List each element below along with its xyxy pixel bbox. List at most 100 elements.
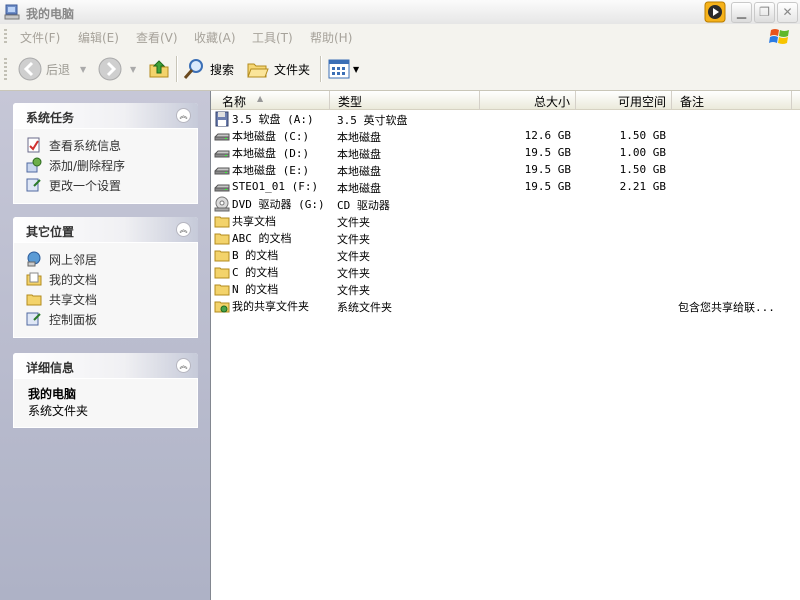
list-item-name: B 的文档 (214, 246, 278, 263)
list-item[interactable]: DVD 驱动器 (G:) CD 驱动器 (211, 195, 800, 212)
menu-edit[interactable]: 编辑(E) (78, 29, 119, 46)
dvd-drive-icon (214, 196, 230, 211)
list-item[interactable]: 本地磁盘 (E:) 本地磁盘 19.5 GB 1.50 GB (211, 161, 800, 178)
task-pane: 系统任务 ︽ 查看系统信息 添加/删除程序 更改一个设置 其它位置 ︽ 网上邻居… (0, 91, 210, 600)
minimize-button[interactable]: ▁ (731, 2, 752, 23)
list-item-free-space: 1.00 GB (619, 146, 666, 159)
task-label: 查看系统信息 (49, 138, 122, 153)
task-view-system-info[interactable]: 查看系统信息 (14, 135, 197, 155)
collapse-chevron-icon[interactable]: ︽ (176, 222, 191, 237)
control-panel-icon (26, 178, 41, 192)
up-button[interactable] (147, 55, 171, 83)
other-places-header[interactable]: 其它位置 ︽ (13, 217, 198, 242)
list-item-name-text: C 的文档 (232, 265, 279, 279)
add-remove-programs-icon (26, 157, 42, 173)
list-item[interactable]: C 的文档 文件夹 (211, 263, 800, 280)
column-total-size[interactable]: 总大小 (480, 91, 576, 110)
forward-button[interactable]: ▼ (98, 55, 136, 83)
details-body: 我的电脑 系统文件夹 (13, 378, 198, 428)
list-item-name: 共享文档 (214, 212, 276, 229)
list-item[interactable]: 本地磁盘 (D:) 本地磁盘 19.5 GB 1.00 GB (211, 144, 800, 161)
collapse-chevron-icon[interactable]: ︽ (176, 108, 191, 123)
list-item-free-space: 1.50 GB (619, 129, 666, 142)
place-control-panel[interactable]: 控制面板 (14, 309, 197, 329)
list-item-name-text: 本地磁盘 (D:) (232, 146, 310, 160)
list-item-name: C 的文档 (214, 263, 278, 280)
column-comments-label: 备注 (680, 95, 705, 109)
shared-folder-icon (214, 301, 230, 312)
details-desc: 系统文件夹 (28, 404, 89, 418)
list-item-name: 我的共享文件夹 (214, 297, 309, 314)
place-shared-documents[interactable]: 共享文档 (14, 289, 197, 309)
place-label: 控制面板 (49, 312, 98, 327)
list-item[interactable]: 3.5 软盘 (A:) 3.5 英寸软盘 (211, 110, 800, 127)
list-item-type: 系统文件夹 (337, 301, 392, 314)
list-item[interactable]: 本地磁盘 (C:) 本地磁盘 12.6 GB 1.50 GB (211, 127, 800, 144)
column-free-space-label: 可用空间 (617, 95, 666, 109)
other-places-body: 网上邻居 我的文档 共享文档 控制面板 (13, 242, 198, 338)
folder-icon (214, 233, 230, 244)
menu-help[interactable]: 帮助(H) (310, 29, 352, 46)
list-item-total-size: 19.5 GB (524, 180, 571, 193)
task-label: 添加/删除程序 (49, 158, 126, 173)
list-item-type: 文件夹 (337, 216, 370, 229)
views-button[interactable]: ▼ (327, 55, 359, 83)
list-item[interactable]: STEO1_01 (F:) 本地磁盘 19.5 GB 2.21 GB (211, 178, 800, 195)
folder-icon (214, 216, 230, 227)
toolbar-separator (176, 56, 178, 82)
list-item-name-text: ABC 的文档 (232, 231, 292, 245)
title-bar: 我的电脑 ▁ ❐ ✕ (0, 0, 800, 25)
place-my-documents[interactable]: 我的文档 (14, 269, 197, 289)
column-type[interactable]: 类型 (330, 91, 480, 110)
sort-ascending-icon: ▲ (257, 94, 264, 103)
hard-disk-icon (214, 150, 230, 157)
toolbar-separator (320, 56, 322, 82)
close-button[interactable]: ✕ (777, 2, 798, 23)
maximize-button[interactable]: ❐ (754, 2, 775, 23)
list-item[interactable]: B 的文档 文件夹 (211, 246, 800, 263)
folders-button[interactable]: 文件夹 (246, 55, 310, 83)
column-total-size-label: 总大小 (533, 95, 570, 109)
column-comments[interactable]: 备注 (672, 91, 792, 110)
list-item-total-size: 19.5 GB (524, 163, 571, 176)
other-places-panel: 其它位置 ︽ 网上邻居 我的文档 共享文档 控制面板 (13, 217, 198, 338)
list-item[interactable]: N 的文档 文件夹 (211, 280, 800, 297)
collapse-chevron-icon[interactable]: ︽ (176, 358, 191, 373)
control-panel-icon (26, 312, 41, 326)
back-dropdown-icon[interactable]: ▼ (80, 65, 86, 74)
list-item-name: N 的文档 (214, 280, 278, 297)
menu-file[interactable]: 文件(F) (20, 29, 60, 46)
forward-dropdown-icon[interactable]: ▼ (130, 65, 136, 74)
list-item-name: ABC 的文档 (214, 229, 292, 246)
search-icon (183, 59, 203, 79)
folder-icon (214, 267, 230, 278)
details-title: 详细信息 (26, 361, 75, 375)
list-item[interactable]: ABC 的文档 文件夹 (211, 229, 800, 246)
menu-tools[interactable]: 工具(T) (252, 29, 293, 46)
details-header[interactable]: 详细信息 ︽ (13, 353, 198, 378)
file-list-view[interactable]: 名称 ▲ 类型 总大小 可用空间 备注 3.5 软盘 (A:) 3.5 英寸软盘本… (210, 91, 800, 600)
my-computer-icon (4, 4, 20, 20)
column-free-space[interactable]: 可用空间 (576, 91, 672, 110)
menu-grip (4, 29, 7, 43)
column-name[interactable]: 名称 ▲ (211, 91, 330, 110)
folder-up-icon (149, 60, 169, 78)
back-button[interactable]: 后退 ▼ (18, 55, 86, 83)
list-item-type: 文件夹 (337, 250, 370, 263)
search-button[interactable]: 搜索 (182, 55, 234, 83)
task-add-remove-programs[interactable]: 添加/删除程序 (14, 155, 197, 175)
system-tasks-title: 系统任务 (26, 111, 75, 125)
menu-favorites[interactable]: 收藏(A) (194, 29, 236, 46)
list-item[interactable]: 我的共享文件夹 系统文件夹 包含您共享给联... (211, 297, 800, 314)
floppy-icon (215, 111, 229, 126)
task-change-setting[interactable]: 更改一个设置 (14, 175, 197, 195)
place-network[interactable]: 网上邻居 (14, 249, 197, 269)
system-tasks-header[interactable]: 系统任务 ︽ (13, 103, 198, 128)
list-item-name: 本地磁盘 (D:) (214, 144, 309, 161)
list-item-name-text: 3.5 软盘 (A:) (232, 112, 314, 126)
views-dropdown-icon[interactable]: ▼ (353, 65, 359, 74)
list-item[interactable]: 共享文档 文件夹 (211, 212, 800, 229)
media-player-icon[interactable] (704, 1, 726, 23)
menu-view[interactable]: 查看(V) (136, 29, 178, 46)
list-item-total-size: 12.6 GB (524, 129, 571, 142)
